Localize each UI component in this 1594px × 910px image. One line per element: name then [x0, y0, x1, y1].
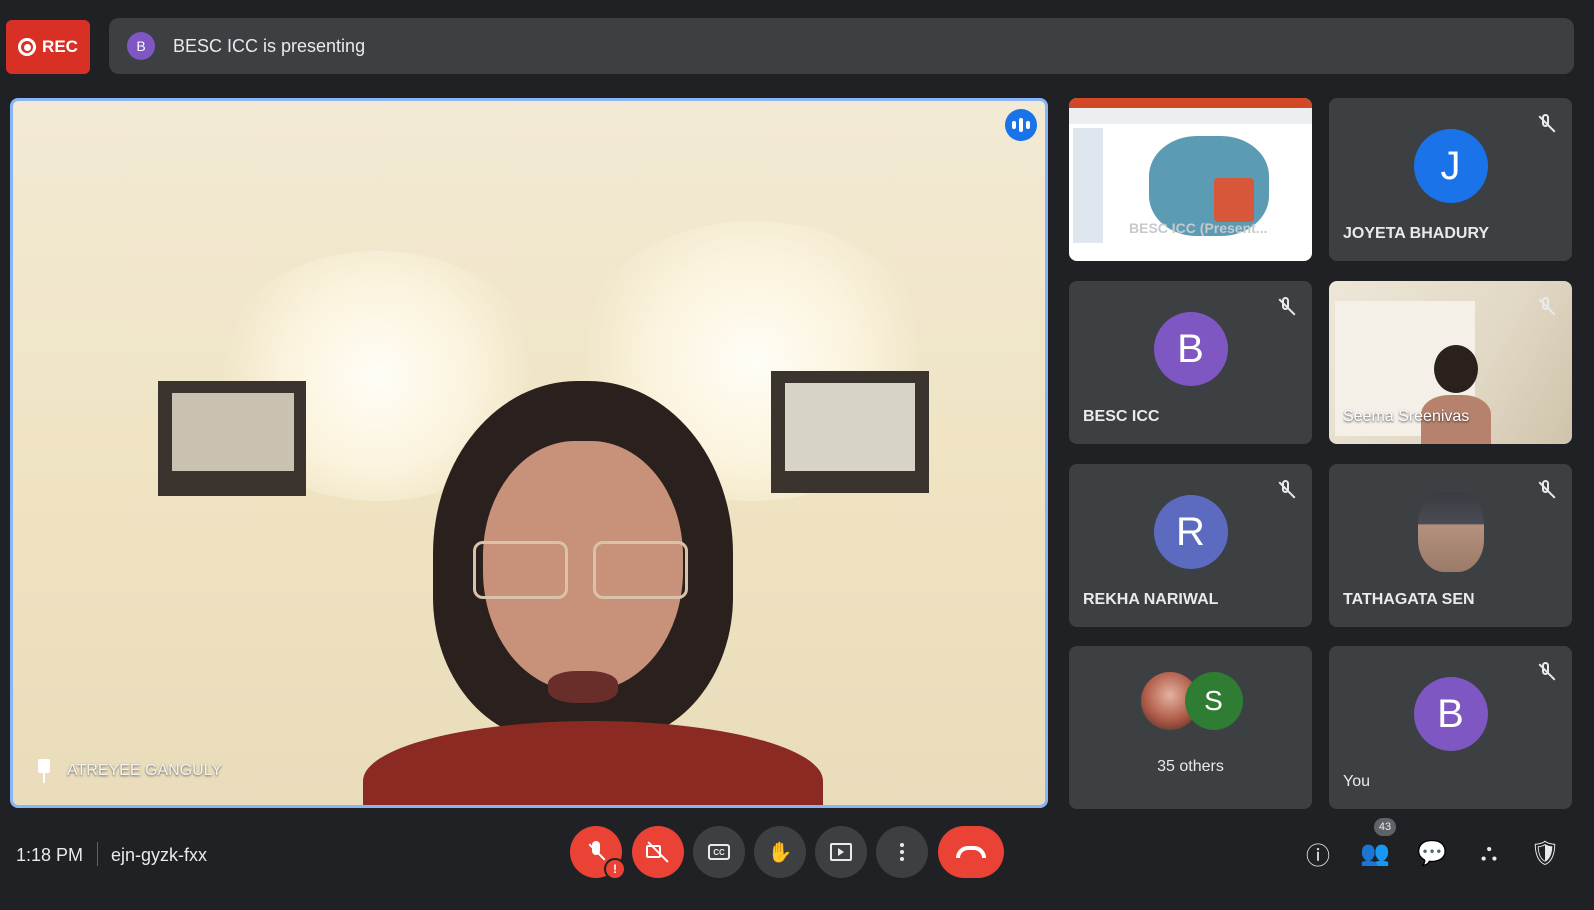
activities-icon: ⛬ [1480, 839, 1498, 866]
speaking-indicator-icon [1005, 109, 1037, 141]
presenting-text: BESC ICC is presenting [173, 35, 366, 56]
record-icon [18, 38, 37, 56]
participant-name: Seema Sreenivas [1343, 408, 1470, 425]
mic-toggle-button[interactable]: ! [570, 826, 626, 880]
participant-photo [1417, 492, 1484, 573]
leave-call-button[interactable] [938, 826, 1004, 878]
recording-label: REC [42, 37, 78, 56]
presentation-caption: BESC ICC (Present... [1129, 220, 1268, 236]
present-button[interactable] [815, 826, 867, 878]
people-button[interactable]: 👥 [1358, 836, 1392, 870]
mic-off-icon [1274, 295, 1298, 319]
camera-off-icon [646, 843, 670, 861]
hand-icon: ✋ [767, 841, 793, 864]
participant-tile[interactable]: Seema Sreenivas [1329, 281, 1572, 444]
others-avatars: S [1140, 672, 1243, 734]
participant-tile[interactable]: R REKHA NARIWAL [1069, 464, 1312, 627]
more-vert-icon [900, 843, 904, 861]
chat-button[interactable]: 💬 [1415, 836, 1449, 870]
avatar: S [1184, 672, 1243, 731]
presentation-tile[interactable]: BESC ICC (Present... [1069, 98, 1312, 261]
mic-off-icon [1534, 660, 1558, 684]
participant-tile[interactable]: J JOYETA BHADURY [1329, 98, 1572, 261]
pin-icon[interactable] [35, 759, 53, 783]
avatar: J [1413, 129, 1488, 204]
others-count: 35 others [1157, 758, 1224, 775]
others-tile[interactable]: S 35 others [1069, 646, 1312, 809]
presentation-thumbnail: BESC ICC (Present... [1069, 98, 1312, 261]
presenter-avatar: B [127, 32, 155, 60]
mic-off-icon [1534, 295, 1558, 319]
presenting-banner: B BESC ICC is presenting [109, 18, 1574, 74]
clock: 1:18 PM [16, 845, 84, 865]
main-speaker-tile[interactable]: ATREYEE GANGULY [10, 98, 1048, 808]
more-options-button[interactable] [876, 826, 928, 878]
captions-button[interactable]: CC [693, 826, 745, 878]
meeting-details-button[interactable]: ⓘ [1301, 836, 1335, 870]
wall-ac-unit [158, 381, 306, 496]
hangup-icon [956, 846, 986, 858]
mic-off-icon [1274, 478, 1298, 502]
mic-warning-icon: ! [604, 858, 626, 880]
participant-name: REKHA NARIWAL [1083, 591, 1219, 608]
bottom-bar: 1:18 PM ejn-gyzk-fxx ! CC ✋ ⓘ 43 👥 💬 ⛬ 🛡 [0, 818, 1594, 910]
mic-off-icon [1534, 478, 1558, 502]
mic-off-icon [1534, 112, 1558, 136]
avatar: B [1413, 677, 1488, 752]
speaker-video [363, 371, 823, 805]
camera-toggle-button[interactable] [632, 826, 684, 878]
main-participant-name: ATREYEE GANGULY [67, 762, 222, 779]
main-participant-label: ATREYEE GANGULY [35, 759, 222, 783]
host-controls-button[interactable]: 🛡 [1528, 836, 1562, 870]
mic-off-icon [586, 840, 606, 864]
raise-hand-button[interactable]: ✋ [754, 826, 806, 878]
participant-name: TATHAGATA SEN [1343, 591, 1475, 608]
present-icon [830, 843, 852, 861]
info-icon: ⓘ [1306, 842, 1330, 870]
people-icon: 👥 [1360, 839, 1390, 867]
participant-name: JOYETA BHADURY [1343, 225, 1490, 242]
meeting-code: ejn-gyzk-fxx [111, 845, 208, 865]
avatar: B [1153, 312, 1228, 387]
activities-button[interactable]: ⛬ [1472, 836, 1506, 870]
participant-name: BESC ICC [1083, 408, 1160, 425]
participant-count-badge: 43 [1374, 818, 1396, 836]
participant-tile[interactable]: B BESC ICC [1069, 281, 1312, 444]
chat-icon: 💬 [1417, 839, 1447, 867]
shield-icon: 🛡 [1529, 839, 1561, 867]
participant-tile[interactable]: TATHAGATA SEN [1329, 464, 1572, 627]
recording-indicator[interactable]: REC [6, 20, 90, 74]
captions-icon: CC [708, 844, 730, 860]
divider [97, 842, 98, 866]
self-tile[interactable]: B You [1329, 646, 1572, 809]
avatar: R [1153, 495, 1228, 570]
top-bar: REC B BESC ICC is presenting [0, 0, 1594, 92]
participant-name: You [1343, 773, 1370, 790]
